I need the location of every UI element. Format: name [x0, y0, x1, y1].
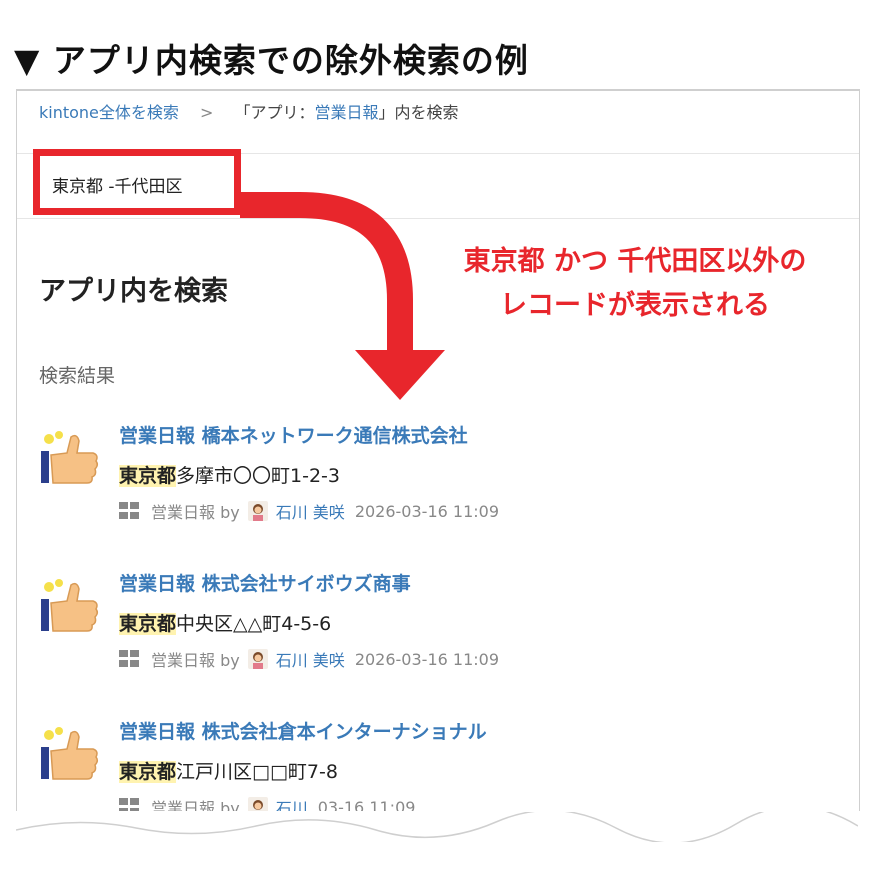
callout-line2: レコードが表示される [500, 290, 770, 321]
callout-line1: 東京都 かつ 千代田区以外の [463, 246, 807, 277]
arrow-curved-down-icon [240, 192, 445, 400]
callout-annotation: 東京都 かつ 千代田区以外の レコードが表示される [420, 240, 850, 328]
